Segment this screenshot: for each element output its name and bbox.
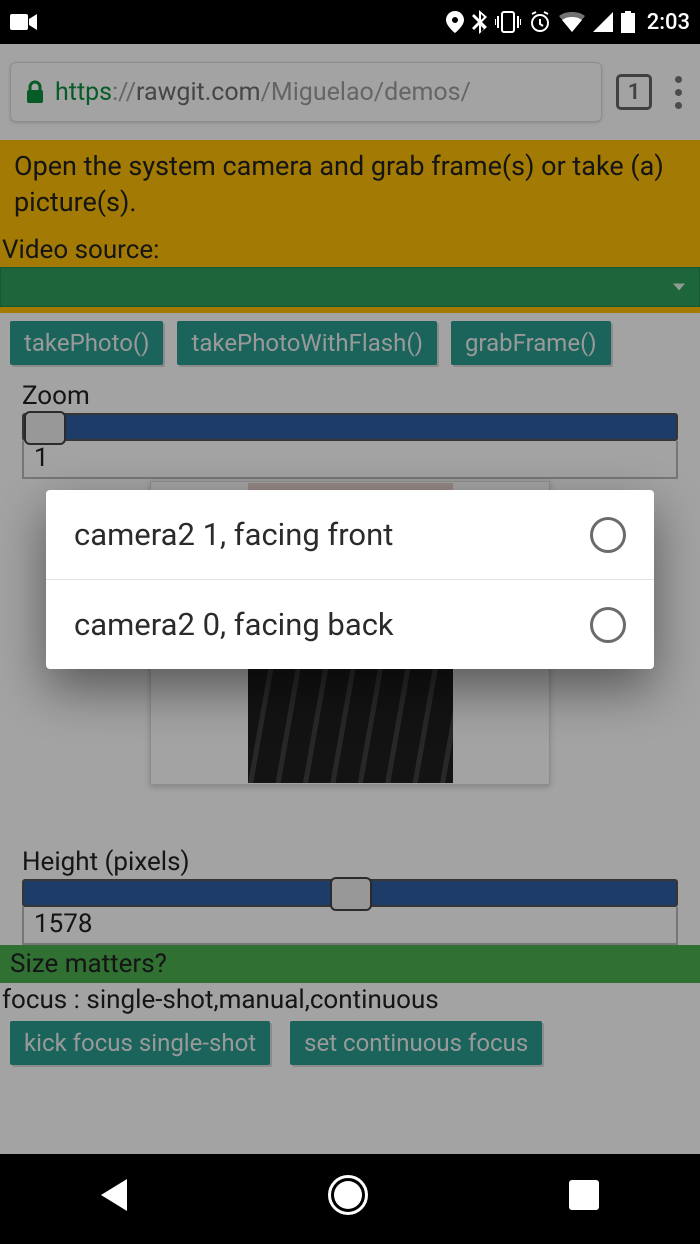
zoom-slider[interactable] [22, 413, 678, 441]
video-source-label: Video source: [0, 235, 700, 265]
height-label: Height (pixels) [0, 847, 700, 877]
android-nav-bar [0, 1154, 700, 1236]
height-block: Height (pixels) 1578 [0, 843, 700, 945]
height-slider[interactable] [22, 879, 678, 907]
wifi-icon [559, 12, 585, 32]
video-source-select[interactable] [0, 267, 700, 307]
banner-text: Open the system camera and grab frame(s)… [0, 140, 700, 231]
zoom-block: Zoom 1 [0, 377, 700, 479]
take-photo-button[interactable]: takePhoto() [10, 321, 163, 365]
alarm-icon [529, 11, 551, 33]
height-value[interactable]: 1578 [22, 907, 678, 945]
battery-icon [621, 11, 635, 33]
zoom-slider-thumb[interactable] [24, 411, 66, 445]
address-bar[interactable]: https://rawgit.com/Miguelao/demos/ [10, 62, 602, 122]
overflow-menu-icon[interactable] [666, 76, 690, 109]
url-text: https://rawgit.com/Miguelao/demos/ [55, 78, 471, 107]
set-continuous-focus-button[interactable]: set continuous focus [290, 1021, 542, 1065]
select-option-back[interactable]: camera2 0, facing back [46, 580, 654, 669]
zoom-label: Zoom [0, 381, 700, 411]
select-option-label: camera2 0, facing back [74, 606, 394, 643]
browser-toolbar: https://rawgit.com/Miguelao/demos/ 1 [0, 44, 700, 140]
grab-frame-button[interactable]: grabFrame() [451, 321, 611, 365]
zoom-value[interactable]: 1 [22, 441, 678, 479]
tab-count-button[interactable]: 1 [616, 74, 652, 110]
vibrate-icon [495, 11, 521, 33]
lock-icon [25, 80, 45, 104]
radio-icon [590, 517, 626, 553]
tab-count-value: 1 [628, 80, 641, 105]
take-photo-flash-button[interactable]: takePhotoWithFlash() [177, 321, 436, 365]
select-option-label: camera2 1, facing front [74, 516, 393, 553]
focus-modes-text: focus : single-shot,manual,continuous [0, 983, 700, 1019]
cell-signal-icon [593, 12, 613, 32]
radio-icon [590, 607, 626, 643]
recents-icon[interactable] [569, 1180, 599, 1210]
height-slider-thumb[interactable] [330, 877, 372, 911]
status-bar: 2:03 [0, 0, 700, 44]
bluetooth-icon [472, 10, 487, 34]
select-dialog: camera2 1, facing front camera2 0, facin… [46, 490, 654, 669]
size-matters-label: Size matters? [0, 945, 700, 983]
videocam-icon [10, 12, 38, 32]
select-option-front[interactable]: camera2 1, facing front [46, 490, 654, 579]
home-icon[interactable] [328, 1175, 368, 1215]
status-time: 2:03 [647, 10, 690, 35]
location-icon [446, 11, 464, 33]
kick-focus-button[interactable]: kick focus single-shot [10, 1021, 270, 1065]
back-icon[interactable] [101, 1179, 127, 1211]
